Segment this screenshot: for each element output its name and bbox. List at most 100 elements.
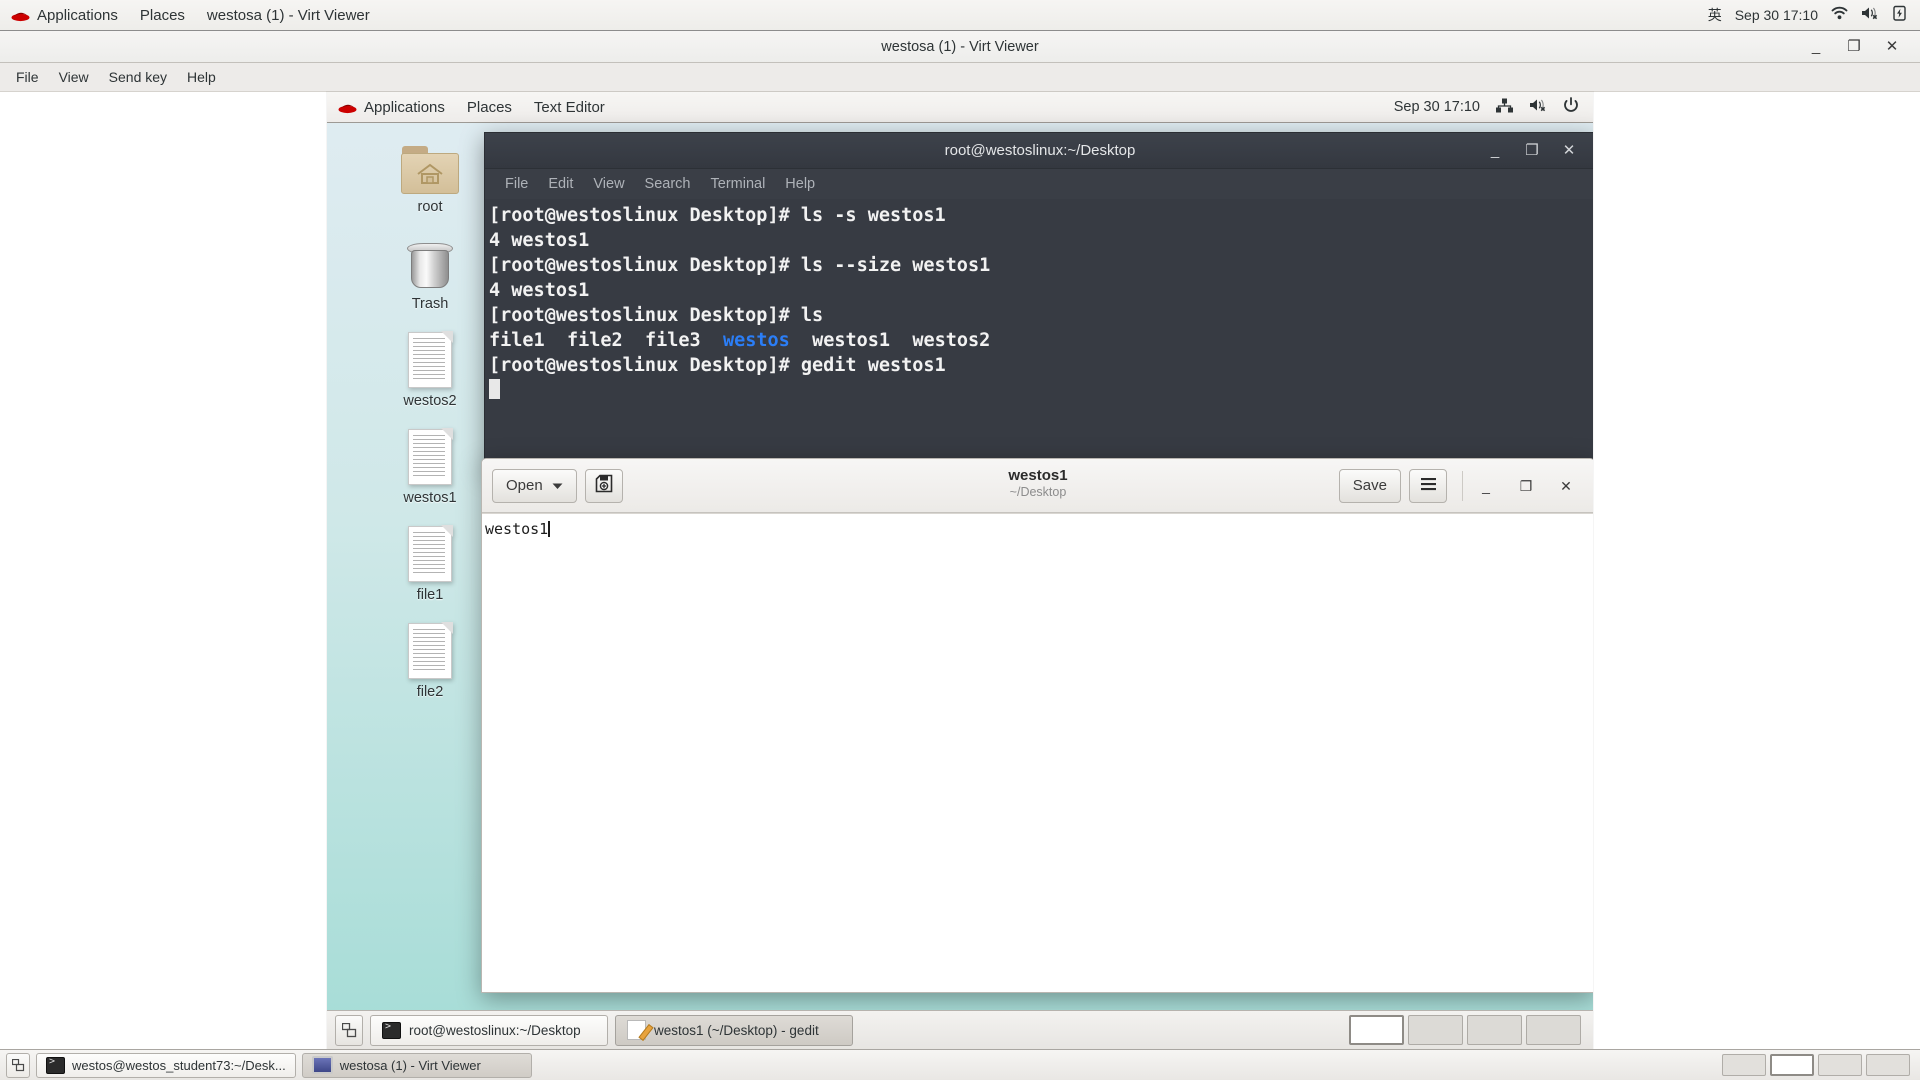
- terminal-title: root@westoslinux:~/Desktop: [485, 142, 1593, 159]
- show-desktop-button[interactable]: [335, 1015, 363, 1046]
- volume-muted-icon[interactable]: [1529, 98, 1548, 116]
- desktop-icon-trash[interactable]: Trash: [378, 229, 482, 312]
- virt-viewer-viewport: Applications Places Text Editor Sep 30 1…: [0, 92, 1920, 1049]
- host-clock[interactable]: Sep 30 17:10: [1735, 7, 1818, 23]
- show-desktop-button[interactable]: [6, 1053, 30, 1078]
- gedit-window: Open: [481, 458, 1593, 993]
- redhat-logo-icon: [11, 9, 30, 22]
- terminal-menu-terminal[interactable]: Terminal: [703, 176, 774, 192]
- maximize-button[interactable]: ❐: [1518, 479, 1534, 493]
- guest-top-panel: Applications Places Text Editor Sep 30 1…: [327, 92, 1593, 123]
- terminal-titlebar[interactable]: root@westoslinux:~/Desktop _ ❐ ✕: [485, 133, 1593, 169]
- menu-file[interactable]: File: [6, 63, 49, 92]
- terminal-menu-view[interactable]: View: [585, 176, 632, 192]
- guest-applications-menu[interactable]: Applications: [327, 92, 456, 123]
- host-taskbar-window-label: westos@westos_student73:~/Desk...: [72, 1058, 286, 1073]
- trash-icon: [406, 229, 454, 291]
- virt-viewer-menubar: File View Send key Help: [0, 63, 1920, 92]
- guest-system-tray: Sep 30 17:10: [1394, 97, 1593, 117]
- host-top-panel: Applications Places westosa (1) - Virt V…: [0, 0, 1920, 31]
- terminal-command: ls: [801, 305, 823, 326]
- desktop-icon-westos1[interactable]: westos1: [378, 423, 482, 506]
- host-places-label: Places: [140, 7, 185, 24]
- host-taskbar-window-terminal[interactable]: westos@westos_student73:~/Desk...: [36, 1053, 296, 1078]
- guest-clock[interactable]: Sep 30 17:10: [1394, 99, 1480, 115]
- menu-view[interactable]: View: [49, 63, 99, 92]
- desktop-icon-label: file2: [417, 684, 444, 700]
- terminal-command: ls --size westos1: [801, 255, 990, 276]
- terminal-menu-file[interactable]: File: [497, 176, 536, 192]
- ls-entry: file2: [567, 330, 623, 351]
- terminal-output: 4 westos1: [489, 280, 589, 301]
- gedit-document-path: ~/Desktop: [1010, 485, 1067, 499]
- terminal-command: ls -s westos1: [801, 205, 946, 226]
- host-places-menu[interactable]: Places: [129, 0, 196, 31]
- minimize-button[interactable]: _: [1478, 479, 1494, 493]
- text-cursor: [548, 521, 550, 537]
- network-icon[interactable]: [1495, 98, 1514, 117]
- host-active-window-label[interactable]: westosa (1) - Virt Viewer: [196, 0, 381, 31]
- terminal-output: 4 westos1: [489, 230, 589, 251]
- gedit-header-right: Save: [1339, 469, 1584, 503]
- menu-send-key[interactable]: Send key: [99, 63, 177, 92]
- close-button[interactable]: ✕: [1561, 143, 1577, 158]
- minimize-button[interactable]: _: [1487, 143, 1503, 158]
- ime-indicator[interactable]: 英: [1708, 5, 1722, 25]
- ls-entry: westos2: [912, 330, 990, 351]
- gedit-text-content: westos1: [485, 520, 548, 538]
- terminal-prompt: [root@westoslinux Desktop]#: [489, 355, 801, 376]
- guest-taskbar: root@westoslinux:~/Desktop westos1 (~/De…: [327, 1010, 1593, 1049]
- terminal-menu-help[interactable]: Help: [777, 176, 823, 192]
- virt-viewer-titlebar[interactable]: westosa (1) - Virt Viewer _ ❐ ✕: [0, 31, 1920, 63]
- maximize-button[interactable]: ❐: [1846, 39, 1862, 54]
- workspace-3[interactable]: [1818, 1054, 1862, 1076]
- menu-help[interactable]: Help: [177, 63, 226, 92]
- gedit-headerbar[interactable]: Open: [482, 459, 1593, 513]
- terminal-menu-edit[interactable]: Edit: [540, 176, 581, 192]
- host-desktop: Applications Places westosa (1) - Virt V…: [0, 0, 1920, 1080]
- wifi-icon[interactable]: [1831, 6, 1848, 24]
- ls-entry: westos1: [812, 330, 890, 351]
- terminal-menu-search[interactable]: Search: [637, 176, 699, 192]
- volume-muted-icon[interactable]: [1861, 6, 1880, 24]
- host-workspace-switcher: [1722, 1054, 1914, 1076]
- host-applications-menu[interactable]: Applications: [0, 0, 129, 31]
- hamburger-menu-button[interactable]: [1409, 469, 1447, 503]
- gedit-document-title: westos1: [1008, 467, 1067, 484]
- host-taskbar-window-virtviewer[interactable]: westosa (1) - Virt Viewer: [302, 1053, 532, 1078]
- desktop-icon-westos2[interactable]: westos2: [378, 326, 482, 409]
- terminal-prompt: [root@westoslinux Desktop]#: [489, 205, 801, 226]
- ls-entry: file1: [489, 330, 545, 351]
- save-button[interactable]: Save: [1339, 469, 1401, 503]
- workspace-3[interactable]: [1467, 1015, 1522, 1045]
- monitor-icon: [312, 1056, 333, 1074]
- gedit-icon: [627, 1020, 646, 1040]
- host-taskbar: westos@westos_student73:~/Desk... westos…: [0, 1049, 1920, 1080]
- maximize-button[interactable]: ❐: [1524, 143, 1540, 158]
- host-applications-label: Applications: [37, 7, 118, 24]
- desktop-icon-root[interactable]: root: [378, 132, 482, 215]
- taskbar-window-terminal[interactable]: root@westoslinux:~/Desktop: [370, 1015, 608, 1046]
- guest-workspace-switcher: [1349, 1015, 1585, 1045]
- terminal-output-area[interactable]: [root@westoslinux Desktop]# ls -s westos…: [485, 199, 1593, 468]
- guest-active-app-label[interactable]: Text Editor: [523, 92, 616, 123]
- gedit-text-area[interactable]: westos1: [482, 513, 1593, 992]
- taskbar-window-gedit[interactable]: westos1 (~/Desktop) - gedit: [615, 1015, 853, 1046]
- battery-icon[interactable]: [1893, 5, 1906, 25]
- workspace-1[interactable]: [1722, 1054, 1766, 1076]
- workspace-2[interactable]: [1770, 1054, 1814, 1076]
- workspace-4[interactable]: [1526, 1015, 1581, 1045]
- workspace-1[interactable]: [1349, 1015, 1404, 1045]
- guest-places-menu[interactable]: Places: [456, 92, 523, 123]
- workspace-2[interactable]: [1408, 1015, 1463, 1045]
- workspace-4[interactable]: [1866, 1054, 1910, 1076]
- close-button[interactable]: ✕: [1558, 479, 1574, 493]
- desktop-icon-file2[interactable]: file2: [378, 617, 482, 700]
- desktop-icon-file1[interactable]: file1: [378, 520, 482, 603]
- terminal-icon: [46, 1057, 65, 1074]
- power-icon[interactable]: [1563, 97, 1579, 117]
- terminal-ls-output: file1 file2 file3 westos westos1 westos2: [489, 328, 1593, 353]
- guest-desktop: Applications Places Text Editor Sep 30 1…: [327, 92, 1593, 1049]
- minimize-button[interactable]: _: [1808, 39, 1824, 54]
- close-button[interactable]: ✕: [1884, 39, 1900, 54]
